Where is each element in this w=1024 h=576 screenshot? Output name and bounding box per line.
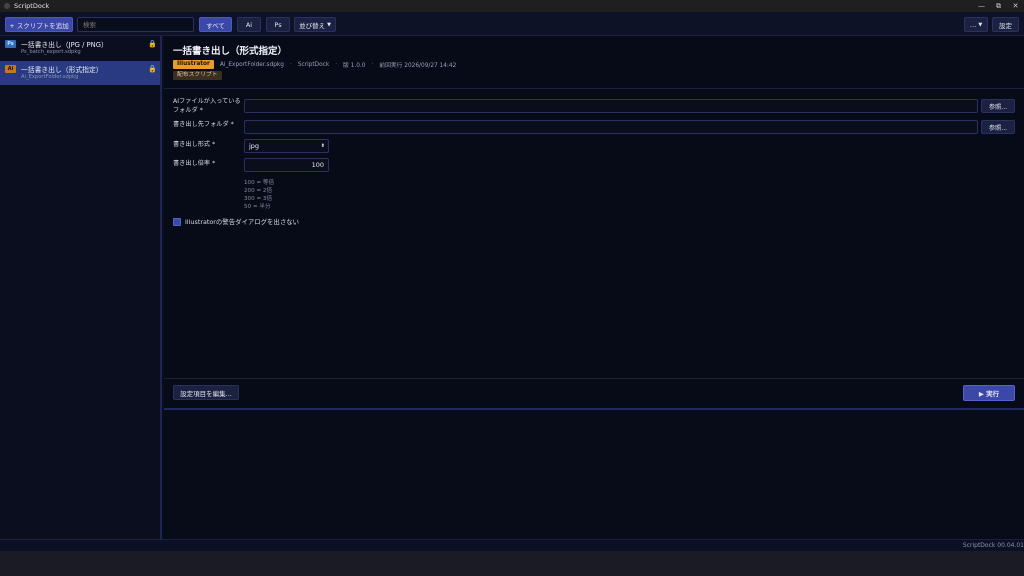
meta-separator: · [371,61,374,68]
script-author: ScriptDock [297,61,330,68]
meta-separator: · [335,61,338,68]
scale-hint: 300 = 3倍 [244,196,273,202]
app-tag: Illustrator [173,60,214,69]
list-item-file: Ps_batch_export.sdpkg [21,49,81,55]
search-input[interactable] [77,17,194,32]
illustrator-badge: Ai [5,65,16,73]
scale-hint: 50 = 半分 [244,204,271,210]
input-folder-label-line1: AIファイルが入っている [173,98,241,105]
more-label: … [969,20,977,29]
script-title: 一括書き出し（形式指定） [173,46,288,57]
lock-icon: 🔒 [148,40,157,48]
script-meta: Illustrator Ai_ExportFolder.sdpkg · Scri… [173,60,456,69]
output-folder-label: 書き出し先フォルダ * [173,121,234,128]
input-folder-label: AIファイルが入っている フォルダ * [173,97,241,115]
lock-icon: 🔒 [148,65,157,73]
output-folder-browse-button[interactable]: 参照... [981,120,1015,134]
photoshop-badge: Ps [5,40,16,48]
minimize-button[interactable]: — [973,0,990,12]
scale-label: 書き出し倍率 * [173,160,216,167]
script-file: Ai_ExportFolder.sdpkg [219,61,284,68]
filter-ps-button[interactable]: Ps [266,17,290,32]
sort-label: 並び替え [299,21,326,30]
script-list-sidebar: Ps 一括書き出し（JPG / PNG） Ps_batch_export.sdp… [0,36,162,539]
close-button[interactable]: ✕ [1007,0,1024,12]
list-item-ai-export-folder[interactable]: Ai 一括書き出し（形式指定） Ai_ExportFolder.sdpkg 🔒 [0,61,160,85]
suppress-dialog-checkbox[interactable] [173,218,181,226]
format-value: jpg [249,142,260,150]
run-button[interactable]: ▶ 実行 [963,385,1015,401]
footer-divider [164,378,1024,379]
list-item-title: 一括書き出し（形式指定） [21,66,103,74]
maximize-button[interactable]: ⧉ [990,0,1007,12]
window-controls: — ⧉ ✕ [973,0,1024,12]
input-folder-label-line2: フォルダ * [173,107,203,114]
suppress-dialog-label: Illustratorの警告ダイアログを出さない [185,218,299,226]
add-script-button[interactable]: + スクリプトを追加 [5,17,73,32]
format-select[interactable]: jpg ⬍ [244,139,329,153]
spinner-icon: ⬍ [320,143,325,149]
scale-input[interactable]: 100 [244,158,329,172]
list-item-file: Ai_ExportFolder.sdpkg [21,74,79,80]
edit-settings-button[interactable]: 設定項目を編集... [173,385,239,400]
app-version: ScriptDock 00.04.01 [962,542,1024,549]
scale-hint: 200 = 2倍 [244,188,273,194]
status-bar: ScriptDock 00.04.01 [0,539,1024,551]
scale-hint: 100 = 等倍 [244,180,275,186]
header-divider [164,88,1024,89]
list-item-title: 一括書き出し（JPG / PNG） [21,41,108,49]
input-folder-browse-button[interactable]: 参照... [981,99,1015,113]
output-folder-field[interactable] [244,120,978,134]
sort-dropdown[interactable]: 並び替え ▼ [294,17,336,32]
script-version: 版 1.0.0 [343,63,366,69]
taskbar-area [0,551,1024,576]
input-folder-field[interactable] [244,99,978,113]
filter-ai-button[interactable]: Ai [237,17,261,32]
format-label: 書き出し形式 * [173,141,216,148]
distribution-tag: 配布スクリプト [173,71,222,80]
toolbar: + スクリプトを追加 すべて Ai Ps 並び替え▼ …▼ 設定 [0,12,1024,36]
list-item-ps-batch-export[interactable]: Ps 一括書き出し（JPG / PNG） Ps_batch_export.sdp… [0,36,160,60]
meta-separator: · [289,61,292,68]
last-run: 前回実行 2026/09/27 14:42 [379,63,457,69]
window-title: ScriptDock [14,2,50,10]
app-icon [4,3,10,9]
chevron-down-icon: ▼ [327,21,331,28]
more-menu-button[interactable]: … ▼ [964,17,988,32]
settings-button[interactable]: 設定 [992,17,1019,32]
title-bar: ScriptDock — ⧉ ✕ [0,0,1024,12]
log-panel [164,410,1024,539]
filter-all-button[interactable]: すべて [199,17,232,32]
script-detail-panel: 一括書き出し（形式指定） Illustrator Ai_ExportFolder… [164,36,1024,408]
chevron-down-icon: ▼ [978,21,983,28]
